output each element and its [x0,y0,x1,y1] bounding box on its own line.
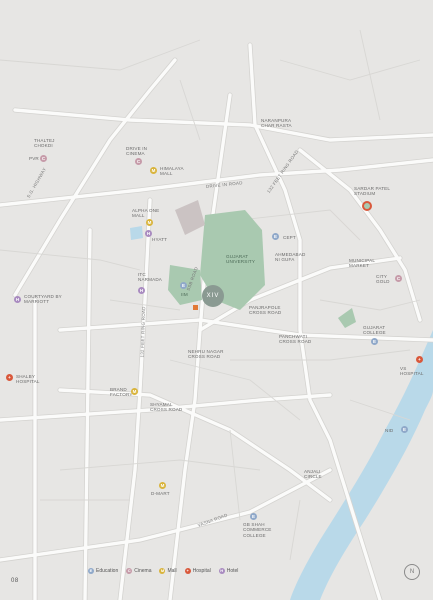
label-nid: NID [385,428,394,433]
hotel-icon: H [138,287,145,294]
project-logo: XIV [202,285,224,307]
cinema-icon: C [395,275,402,282]
legend-label: Mall [167,568,177,574]
label-thaltej: THALTEJ CHOKDI [34,138,55,149]
label-dmart: D-MART [151,491,170,496]
education-icon: E [272,233,279,240]
legend-item: + Hospital [184,568,211,574]
label-ahmedabad-ni-gufa: AHMEDABAD NI GUFA [275,252,306,263]
cinema-icon: C [40,155,47,162]
hospital-icon: + [184,568,191,574]
education-icon: E [250,513,257,520]
hotel-icon: H [14,296,21,303]
legend-label: Hospital [192,568,211,574]
hotel-icon: H [145,230,152,237]
label-nehru-nagar: NEHRU NAGAR CROSS ROAD [188,349,224,360]
label-naranpura: NARANPURA CHAR RASTA [261,118,292,129]
label-sardar-patel: SARDAR PATEL STADIUM [354,186,391,197]
hospital-icon: + [6,374,13,381]
label-cept: CEPT [283,235,296,240]
mall-icon: M [159,482,166,489]
site-marker [193,305,198,310]
label-brand-factory: BRAND FACTORY [110,387,133,398]
mall-icon: M [150,167,157,174]
education-icon: E [401,426,408,433]
mall-icon: M [159,568,166,574]
label-courtyard: COURTYARD BY MARRIOTT [24,294,62,305]
label-iim: IIM [181,292,188,297]
lake [130,226,143,240]
legend-item: E Education [88,568,118,574]
label-gujarat-university: GUJARAT UNIVERSITY [226,254,256,265]
label-drive-in-cinema: DRIVE IN CINEMA [126,146,148,157]
legend-item: H Hotel [218,568,239,574]
mall-icon: M [146,219,153,226]
cinema-icon: C [135,158,142,165]
hotel-icon: H [218,568,225,574]
education-icon: E [371,338,378,345]
label-gujarat-college: GUJARAT COLLEGE [363,325,386,336]
label-city-gold: CITY GOLD [376,274,390,285]
label-himalaya-mall: HIMALAYA MALL [160,166,184,177]
label-shyamal: SHYAMAL CROSS ROAD [150,402,183,413]
legend-label: Hotel [226,568,239,574]
label-municipal-market: MUNICIPAL MARKET [349,258,376,269]
legend-label: Cinema [134,568,152,574]
page-number: 08 [11,578,19,584]
park-green [338,308,356,328]
north-arrow-icon: N [404,564,420,580]
label-panjrapole: PANJRAPOLE CROSS ROAD [249,305,282,316]
label-panchwati: PANCHWATI CROSS ROAD [279,334,312,345]
label-anjali: ANJALI CIRCLE [304,469,322,480]
label-itc-narmada: ITC NARMADA [138,272,163,283]
area-map: XIV DRIVE IN ROAD 132 FEET RING ROAD 132… [0,0,433,600]
label-alpha-one: ALPHA ONE MALL [132,208,160,219]
legend-item: C Cinema [126,568,151,574]
label-shalby: SHALBY HOSPITAL [16,374,40,385]
hospital-icon: + [416,356,423,363]
cinema-icon: C [126,568,133,574]
legend-item: M Mall [159,568,177,574]
label-gb-shah: GB SHAH COMMERCE COLLEGE [243,522,272,538]
education-icon: E [180,282,187,289]
mall-icon: M [131,388,138,395]
label-pvr: PVR [29,156,39,161]
map-legend: E Education C Cinema M Mall + Hospital H… [88,568,238,574]
label-hyatt: HYATT [152,237,168,242]
campus-block [175,200,205,235]
label-vs-hospital: VS HOSPITAL [400,366,424,377]
legend-label: Education [96,568,119,574]
education-icon: E [88,568,94,574]
